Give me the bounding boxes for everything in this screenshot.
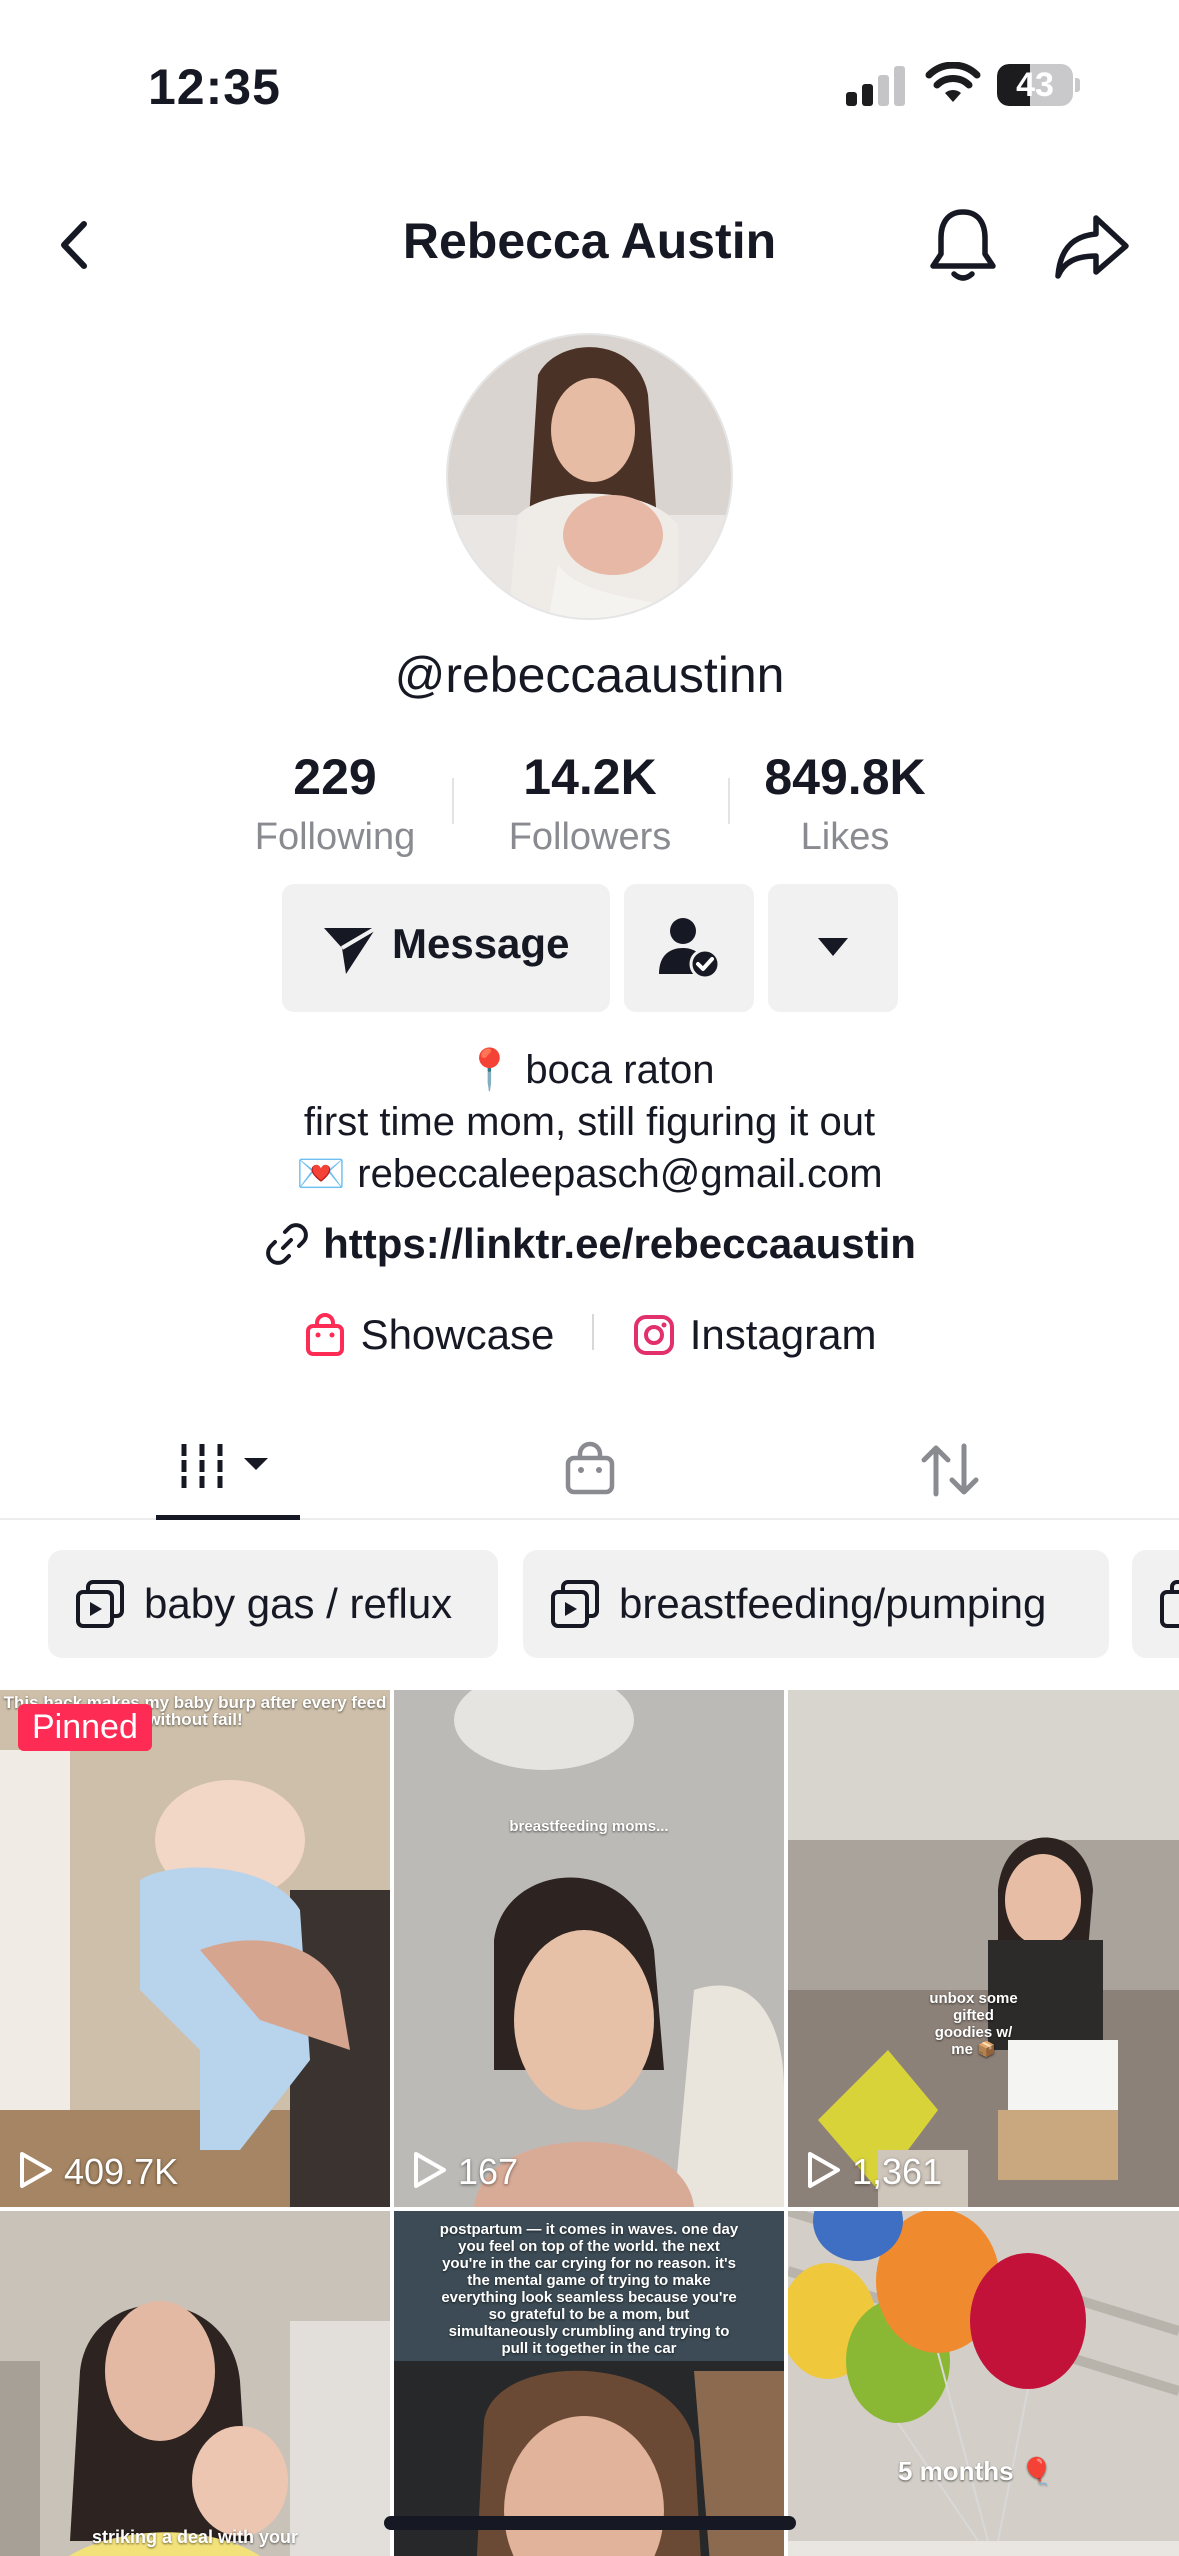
stat-value: 229	[293, 749, 377, 805]
video-thumbnail[interactable]: This hack makes my baby burp after every…	[0, 1690, 390, 2207]
repost-icon	[921, 1443, 979, 1497]
share-icon[interactable]	[1052, 208, 1132, 284]
battery-level: 43	[1016, 66, 1054, 104]
active-tab-indicator	[156, 1515, 300, 1520]
bio-location: 📍 boca raton	[464, 1048, 715, 1092]
view-count: 1,361	[806, 2150, 942, 2193]
shopping-bag-icon	[565, 1441, 615, 1495]
stat-label: Following	[254, 816, 416, 858]
playlist-icon	[551, 1580, 599, 1628]
video-thumbnail[interactable]: postpartum — it comes in waves. one day …	[394, 2211, 784, 2556]
shopping-bag-icon	[305, 1312, 344, 1356]
link-icon	[266, 1223, 308, 1265]
notification-bell-icon[interactable]	[925, 204, 1001, 284]
avatar-photo	[448, 335, 731, 618]
profile-header: Rebecca Austin	[0, 190, 1179, 300]
play-icon	[808, 2152, 840, 2188]
tab-videos[interactable]	[136, 1410, 316, 1520]
bio-email: 💌 rebeccaleepasch@gmail.com	[296, 1152, 883, 1196]
stat-divider	[452, 778, 454, 824]
video-thumbnail-image	[788, 2211, 1179, 2556]
home-indicator	[384, 2516, 796, 2530]
playlist-label: breastfeeding/pumping	[619, 1580, 1047, 1627]
showcase-label: Showcase	[360, 1310, 555, 1358]
page-title: Rebecca Austin	[402, 213, 777, 269]
stat-label: Followers	[508, 816, 672, 858]
stat-followers[interactable]: 14.2K Followers	[465, 748, 715, 859]
status-time: 12:35	[148, 59, 281, 115]
video-thumbnail-image	[0, 2211, 390, 2556]
video-caption: unbox some gifted goodies w/ me 📦	[929, 1990, 1018, 2058]
playlist-chip[interactable]: breastfeeding/pumping	[523, 1550, 1109, 1658]
instagram-icon	[633, 1314, 674, 1355]
video-grid: This hack makes my baby burp after every…	[0, 1690, 1179, 2556]
video-thumbnail-image	[0, 1690, 390, 2207]
video-caption: postpartum — it comes in waves. one day …	[439, 2221, 739, 2357]
instagram-label: Instagram	[689, 1310, 877, 1358]
video-caption: striking a deal with your	[91, 2527, 299, 2547]
view-count: 167	[412, 2150, 518, 2193]
video-thumbnail[interactable]: 5 months 🎈	[788, 2211, 1179, 2556]
avatar[interactable]	[446, 333, 733, 620]
video-caption: 5 months 🎈	[898, 2456, 1054, 2486]
username: @rebeccaaustinn	[394, 647, 785, 703]
tab-shop[interactable]	[500, 1410, 680, 1520]
message-button-label: Message	[392, 920, 570, 967]
message-button[interactable]: Message	[282, 884, 610, 1012]
bio-description: first time mom, still figuring it out	[303, 1100, 876, 1144]
play-icon	[414, 2152, 446, 2188]
profile-badges: Showcase Instagram	[0, 1308, 1179, 1368]
cellular-signal-icon	[846, 66, 905, 106]
battery-icon: 43	[997, 64, 1080, 106]
badge-divider	[592, 1314, 595, 1350]
playlist-label: baby gas / reflux	[144, 1580, 453, 1627]
tab-reposts[interactable]	[860, 1410, 1040, 1520]
profile-link-text: https://linktr.ee/rebeccaaustin	[323, 1220, 916, 1267]
instagram-link[interactable]: Instagram	[632, 1310, 877, 1359]
playlist-icon	[1160, 1580, 1179, 1628]
view-count-value: 409.7K	[64, 2151, 179, 2192]
video-thumbnail[interactable]: breastfeeding moms... 167	[394, 1690, 784, 2207]
stat-label: Likes	[800, 816, 890, 858]
following-status-button[interactable]	[624, 884, 754, 1012]
pinned-badge: Pinned	[18, 1704, 152, 1751]
send-icon	[324, 926, 378, 974]
playlist-chip[interactable]	[1132, 1550, 1179, 1658]
view-count-value: 167	[458, 2151, 519, 2192]
playlist-chip[interactable]: baby gas / reflux	[48, 1550, 498, 1658]
view-count: 409.7K	[18, 2150, 178, 2193]
video-thumbnail[interactable]: unbox some gifted goodies w/ me 📦 1,361	[788, 1690, 1179, 2207]
profile-bio: 📍 boca raton first time mom, still figur…	[0, 1044, 1179, 1200]
playlist-icon	[76, 1580, 124, 1628]
videos-grid-icon	[181, 1444, 268, 1488]
video-thumbnail-image	[394, 1690, 784, 2207]
profile-link[interactable]: https://linktr.ee/rebeccaaustin	[0, 1220, 1179, 1268]
profile-tabs	[0, 1410, 1179, 1520]
stat-value: 849.8K	[764, 749, 926, 805]
profile-stats: 229 Following 14.2K Followers 849.8K Lik…	[210, 748, 970, 858]
video-caption: breastfeeding moms...	[509, 1818, 669, 1835]
playlists-row: baby gas / reflux breastfeeding/pumping	[0, 1550, 1179, 1660]
video-thumbnail[interactable]: striking a deal with your	[0, 2211, 390, 2556]
status-bar: 12:35 43	[0, 0, 1179, 150]
view-count-value: 1,361	[852, 2151, 943, 2192]
video-thumbnail-image	[788, 1690, 1179, 2207]
user-check-icon	[659, 918, 721, 980]
stat-following[interactable]: 229 Following	[210, 748, 460, 859]
suggested-accounts-dropdown[interactable]	[768, 884, 898, 1012]
play-icon	[20, 2152, 52, 2188]
caret-down-icon	[818, 938, 848, 956]
stat-likes[interactable]: 849.8K Likes	[720, 748, 970, 859]
showcase-link[interactable]: Showcase	[303, 1310, 555, 1359]
wifi-icon	[925, 62, 981, 102]
stat-value: 14.2K	[523, 749, 657, 805]
